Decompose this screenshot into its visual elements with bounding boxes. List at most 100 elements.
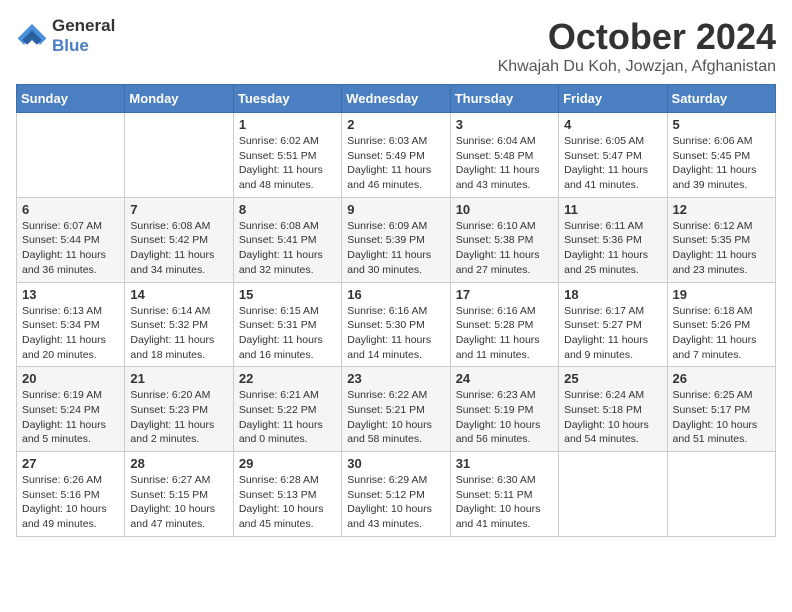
calendar-cell: 4Sunrise: 6:05 AM Sunset: 5:47 PM Daylig…	[559, 113, 667, 198]
calendar-cell: 30Sunrise: 6:29 AM Sunset: 5:12 PM Dayli…	[342, 452, 450, 537]
day-number: 17	[456, 287, 553, 302]
logo-text-general: General	[52, 16, 115, 36]
day-number: 30	[347, 456, 444, 471]
day-info: Sunrise: 6:23 AM Sunset: 5:19 PM Dayligh…	[456, 388, 553, 447]
day-info: Sunrise: 6:03 AM Sunset: 5:49 PM Dayligh…	[347, 134, 444, 193]
day-info: Sunrise: 6:26 AM Sunset: 5:16 PM Dayligh…	[22, 473, 119, 532]
column-header-tuesday: Tuesday	[233, 85, 341, 113]
column-header-saturday: Saturday	[667, 85, 775, 113]
day-number: 25	[564, 371, 661, 386]
calendar-cell: 9 Sunrise: 6:09 AM Sunset: 5:39 PM Daylig…	[342, 197, 450, 282]
day-info: Sunrise: 6:10 AM Sunset: 5:38 PM Dayligh…	[456, 219, 553, 278]
calendar-week-row: 13 Sunrise: 6:13 AM Sunset: 5:34 PM Dayli…	[17, 282, 776, 367]
calendar-body: 1 Sunrise: 6:02 AM Sunset: 5:51 PM Daylig…	[17, 113, 776, 537]
calendar-cell: 19 Sunrise: 6:18 AM Sunset: 5:26 PM Dayli…	[667, 282, 775, 367]
day-info: Sunrise: 6:14 AM Sunset: 5:32 PM Dayligh…	[130, 304, 227, 363]
calendar-cell: 21Sunrise: 6:20 AM Sunset: 5:23 PM Dayli…	[125, 367, 233, 452]
day-info: Sunrise: 6:18 AM Sunset: 5:26 PM Dayligh…	[673, 304, 770, 363]
calendar-cell: 17 Sunrise: 6:16 AM Sunset: 5:28 PM Dayli…	[450, 282, 558, 367]
calendar-cell: 20 Sunrise: 6:19 AM Sunset: 5:24 PM Dayli…	[17, 367, 125, 452]
day-number: 2	[347, 117, 444, 132]
day-number: 9	[347, 202, 444, 217]
location-title: Khwajah Du Koh, Jowzjan, Afghanistan	[498, 58, 776, 76]
calendar-cell: 31Sunrise: 6:30 AM Sunset: 5:11 PM Dayli…	[450, 452, 558, 537]
day-info: Sunrise: 6:27 AM Sunset: 5:15 PM Dayligh…	[130, 473, 227, 532]
calendar-cell	[125, 113, 233, 198]
calendar-cell: 27Sunrise: 6:26 AM Sunset: 5:16 PM Dayli…	[17, 452, 125, 537]
column-header-wednesday: Wednesday	[342, 85, 450, 113]
calendar-cell: 12Sunrise: 6:12 AM Sunset: 5:35 PM Dayli…	[667, 197, 775, 282]
day-info: Sunrise: 6:12 AM Sunset: 5:35 PM Dayligh…	[673, 219, 770, 278]
day-number: 6	[22, 202, 119, 217]
day-number: 29	[239, 456, 336, 471]
day-number: 4	[564, 117, 661, 132]
calendar-week-row: 6 Sunrise: 6:07 AM Sunset: 5:44 PM Daylig…	[17, 197, 776, 282]
day-info: Sunrise: 6:28 AM Sunset: 5:13 PM Dayligh…	[239, 473, 336, 532]
day-number: 5	[673, 117, 770, 132]
calendar-cell: 3Sunrise: 6:04 AM Sunset: 5:48 PM Daylig…	[450, 113, 558, 198]
calendar-cell: 18 Sunrise: 6:17 AM Sunset: 5:27 PM Dayli…	[559, 282, 667, 367]
calendar-cell: 15 Sunrise: 6:15 AM Sunset: 5:31 PM Dayli…	[233, 282, 341, 367]
day-info: Sunrise: 6:06 AM Sunset: 5:45 PM Dayligh…	[673, 134, 770, 193]
day-info: Sunrise: 6:21 AM Sunset: 5:22 PM Dayligh…	[239, 388, 336, 447]
day-info: Sunrise: 6:25 AM Sunset: 5:17 PM Dayligh…	[673, 388, 770, 447]
day-number: 13	[22, 287, 119, 302]
logo-text-blue: Blue	[52, 36, 115, 56]
day-number: 15	[239, 287, 336, 302]
day-info: Sunrise: 6:19 AM Sunset: 5:24 PM Dayligh…	[22, 388, 119, 447]
day-number: 1	[239, 117, 336, 132]
calendar-cell	[667, 452, 775, 537]
calendar-cell: 5 Sunrise: 6:06 AM Sunset: 5:45 PM Daylig…	[667, 113, 775, 198]
column-header-thursday: Thursday	[450, 85, 558, 113]
logo: General Blue	[16, 16, 115, 56]
calendar-cell: 13 Sunrise: 6:13 AM Sunset: 5:34 PM Dayli…	[17, 282, 125, 367]
calendar-cell: 26 Sunrise: 6:25 AM Sunset: 5:17 PM Dayli…	[667, 367, 775, 452]
day-number: 10	[456, 202, 553, 217]
calendar-cell: 6 Sunrise: 6:07 AM Sunset: 5:44 PM Daylig…	[17, 197, 125, 282]
calendar-cell: 23 Sunrise: 6:22 AM Sunset: 5:21 PM Dayli…	[342, 367, 450, 452]
day-number: 19	[673, 287, 770, 302]
calendar-header-row: SundayMondayTuesdayWednesdayThursdayFrid…	[17, 85, 776, 113]
day-number: 18	[564, 287, 661, 302]
logo-icon	[16, 22, 48, 50]
column-header-monday: Monday	[125, 85, 233, 113]
day-number: 3	[456, 117, 553, 132]
calendar-cell: 10 Sunrise: 6:10 AM Sunset: 5:38 PM Dayli…	[450, 197, 558, 282]
day-info: Sunrise: 6:08 AM Sunset: 5:42 PM Dayligh…	[130, 219, 227, 278]
calendar-cell: 7 Sunrise: 6:08 AM Sunset: 5:42 PM Daylig…	[125, 197, 233, 282]
day-info: Sunrise: 6:16 AM Sunset: 5:30 PM Dayligh…	[347, 304, 444, 363]
day-info: Sunrise: 6:22 AM Sunset: 5:21 PM Dayligh…	[347, 388, 444, 447]
month-title: October 2024	[498, 16, 776, 58]
calendar-week-row: 1 Sunrise: 6:02 AM Sunset: 5:51 PM Daylig…	[17, 113, 776, 198]
calendar-cell: 16 Sunrise: 6:16 AM Sunset: 5:30 PM Dayli…	[342, 282, 450, 367]
day-info: Sunrise: 6:16 AM Sunset: 5:28 PM Dayligh…	[456, 304, 553, 363]
day-number: 16	[347, 287, 444, 302]
calendar-table: SundayMondayTuesdayWednesdayThursdayFrid…	[16, 84, 776, 537]
day-info: Sunrise: 6:09 AM Sunset: 5:39 PM Dayligh…	[347, 219, 444, 278]
calendar-cell: 2 Sunrise: 6:03 AM Sunset: 5:49 PM Daylig…	[342, 113, 450, 198]
day-info: Sunrise: 6:13 AM Sunset: 5:34 PM Dayligh…	[22, 304, 119, 363]
day-number: 20	[22, 371, 119, 386]
day-info: Sunrise: 6:11 AM Sunset: 5:36 PM Dayligh…	[564, 219, 661, 278]
day-number: 23	[347, 371, 444, 386]
day-info: Sunrise: 6:02 AM Sunset: 5:51 PM Dayligh…	[239, 134, 336, 193]
day-info: Sunrise: 6:17 AM Sunset: 5:27 PM Dayligh…	[564, 304, 661, 363]
day-number: 26	[673, 371, 770, 386]
column-header-sunday: Sunday	[17, 85, 125, 113]
day-number: 11	[564, 202, 661, 217]
day-info: Sunrise: 6:08 AM Sunset: 5:41 PM Dayligh…	[239, 219, 336, 278]
calendar-cell: 29 Sunrise: 6:28 AM Sunset: 5:13 PM Dayli…	[233, 452, 341, 537]
day-info: Sunrise: 6:15 AM Sunset: 5:31 PM Dayligh…	[239, 304, 336, 363]
calendar-cell: 14Sunrise: 6:14 AM Sunset: 5:32 PM Dayli…	[125, 282, 233, 367]
day-number: 22	[239, 371, 336, 386]
day-info: Sunrise: 6:07 AM Sunset: 5:44 PM Dayligh…	[22, 219, 119, 278]
day-number: 8	[239, 202, 336, 217]
day-number: 31	[456, 456, 553, 471]
day-number: 24	[456, 371, 553, 386]
calendar-cell: 8 Sunrise: 6:08 AM Sunset: 5:41 PM Daylig…	[233, 197, 341, 282]
day-number: 7	[130, 202, 227, 217]
calendar-cell: 28Sunrise: 6:27 AM Sunset: 5:15 PM Dayli…	[125, 452, 233, 537]
column-header-friday: Friday	[559, 85, 667, 113]
calendar-cell: 25 Sunrise: 6:24 AM Sunset: 5:18 PM Dayli…	[559, 367, 667, 452]
day-info: Sunrise: 6:24 AM Sunset: 5:18 PM Dayligh…	[564, 388, 661, 447]
